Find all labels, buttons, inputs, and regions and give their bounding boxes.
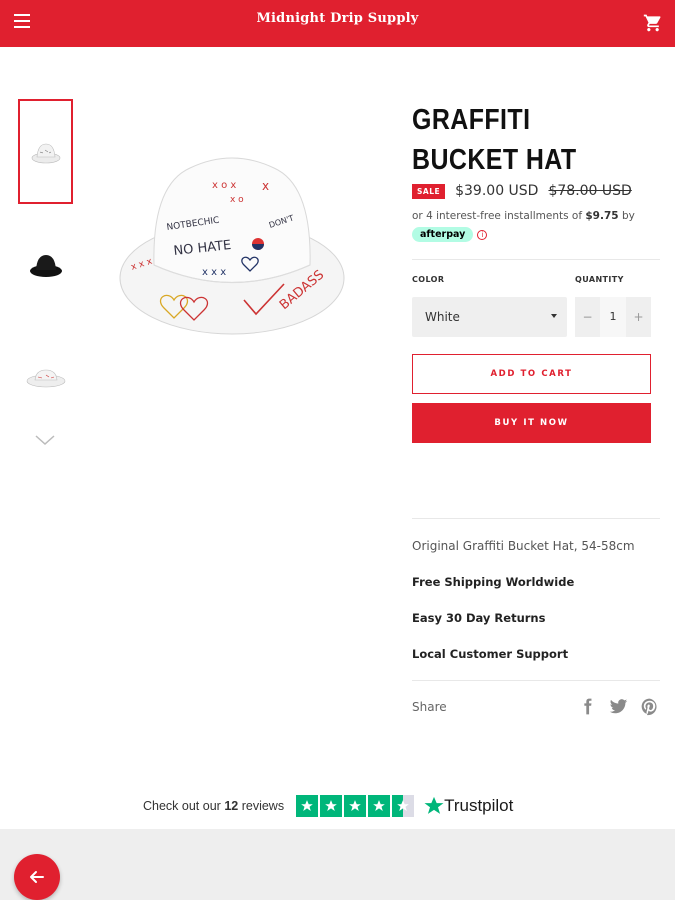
feature-support: Local Customer Support: [412, 647, 569, 661]
compare-price: $78.00 USD: [548, 183, 632, 199]
caret-down-icon: [551, 314, 557, 318]
quantity-minus-button[interactable]: −: [575, 310, 600, 324]
footer-band: [0, 829, 675, 900]
sale-badge: SALE: [412, 183, 446, 199]
svg-text:x x x: x x x: [202, 267, 226, 278]
store-logo[interactable]: Midnight Drip Supply: [0, 11, 675, 26]
trustpilot-widget[interactable]: Check out our 12 reviews Trustpilot: [143, 795, 513, 817]
pinterest-icon[interactable]: [640, 697, 659, 716]
review-count: 12: [224, 799, 239, 813]
installments-prefix: or 4 interest-free installments of: [412, 210, 583, 222]
color-label: COLOR: [412, 275, 445, 284]
product-main-image[interactable]: x o x x o x NOTBECHIC NO HATE DON'T x x …: [112, 150, 352, 350]
arrow-left-icon: [30, 871, 44, 883]
product-description: Original Graffiti Bucket Hat, 54-58cm: [412, 539, 635, 553]
half-star-icon: [392, 795, 415, 817]
cart-icon[interactable]: [643, 13, 663, 33]
installment-amount: $9.75: [585, 210, 619, 222]
trustpilot-text: Check out our 12 reviews: [143, 799, 284, 813]
star-icon: [344, 795, 367, 817]
thumbnail-white-hat[interactable]: [18, 99, 73, 204]
trustpilot-suffix: reviews: [241, 799, 285, 813]
divider: [412, 680, 660, 681]
star-icon: [296, 795, 319, 817]
thumbnail-black-hat[interactable]: [18, 212, 73, 317]
chevron-down-icon[interactable]: [34, 432, 56, 446]
buy-it-now-button[interactable]: BUY IT NOW: [412, 403, 651, 443]
twitter-icon[interactable]: [609, 697, 628, 716]
star-icon: [368, 795, 391, 817]
divider: [412, 259, 660, 260]
trustpilot-star-icon: [424, 796, 444, 814]
trustpilot-logo-text: Trustpilot: [444, 796, 514, 815]
star-icon: [320, 795, 343, 817]
trustpilot-logo[interactable]: Trustpilot: [424, 796, 513, 816]
installments-text: or 4 interest-free installments of $9.75…: [412, 210, 635, 222]
trustpilot-stars[interactable]: [296, 795, 415, 817]
facebook-icon[interactable]: [578, 697, 597, 716]
product-title: GRAFFITI BUCKET HAT: [412, 104, 577, 176]
svg-text:x o x: x o x: [212, 180, 236, 191]
price-row: SALE $39.00 USD $78.00 USD: [412, 183, 632, 199]
afterpay-logo: afterpay: [412, 227, 474, 242]
add-to-cart-button[interactable]: ADD TO CART: [412, 354, 651, 394]
feature-returns: Easy 30 Day Returns: [412, 611, 546, 625]
back-button[interactable]: [14, 854, 60, 900]
share-icons: [578, 697, 659, 716]
trustpilot-prefix: Check out our: [143, 799, 221, 813]
sale-price: $39.00 USD: [455, 183, 539, 199]
svg-text:x o: x o: [230, 195, 244, 205]
svg-text:x: x: [262, 179, 269, 193]
quantity-plus-button[interactable]: +: [626, 310, 651, 324]
thumbnail-white-hat-side[interactable]: [18, 325, 73, 430]
divider: [412, 518, 660, 519]
quantity-stepper: − 1 +: [575, 297, 651, 337]
quantity-input[interactable]: 1: [600, 297, 626, 337]
site-header: Midnight Drip Supply: [0, 0, 675, 47]
feature-shipping: Free Shipping Worldwide: [412, 575, 575, 589]
color-select[interactable]: White: [412, 297, 567, 337]
quantity-label: QUANTITY: [575, 275, 624, 284]
share-label: Share: [412, 700, 447, 714]
afterpay-row: afterpay i: [412, 227, 488, 242]
color-select-value: White: [425, 310, 460, 324]
info-icon[interactable]: i: [477, 229, 488, 240]
installments-suffix: by: [621, 210, 635, 222]
